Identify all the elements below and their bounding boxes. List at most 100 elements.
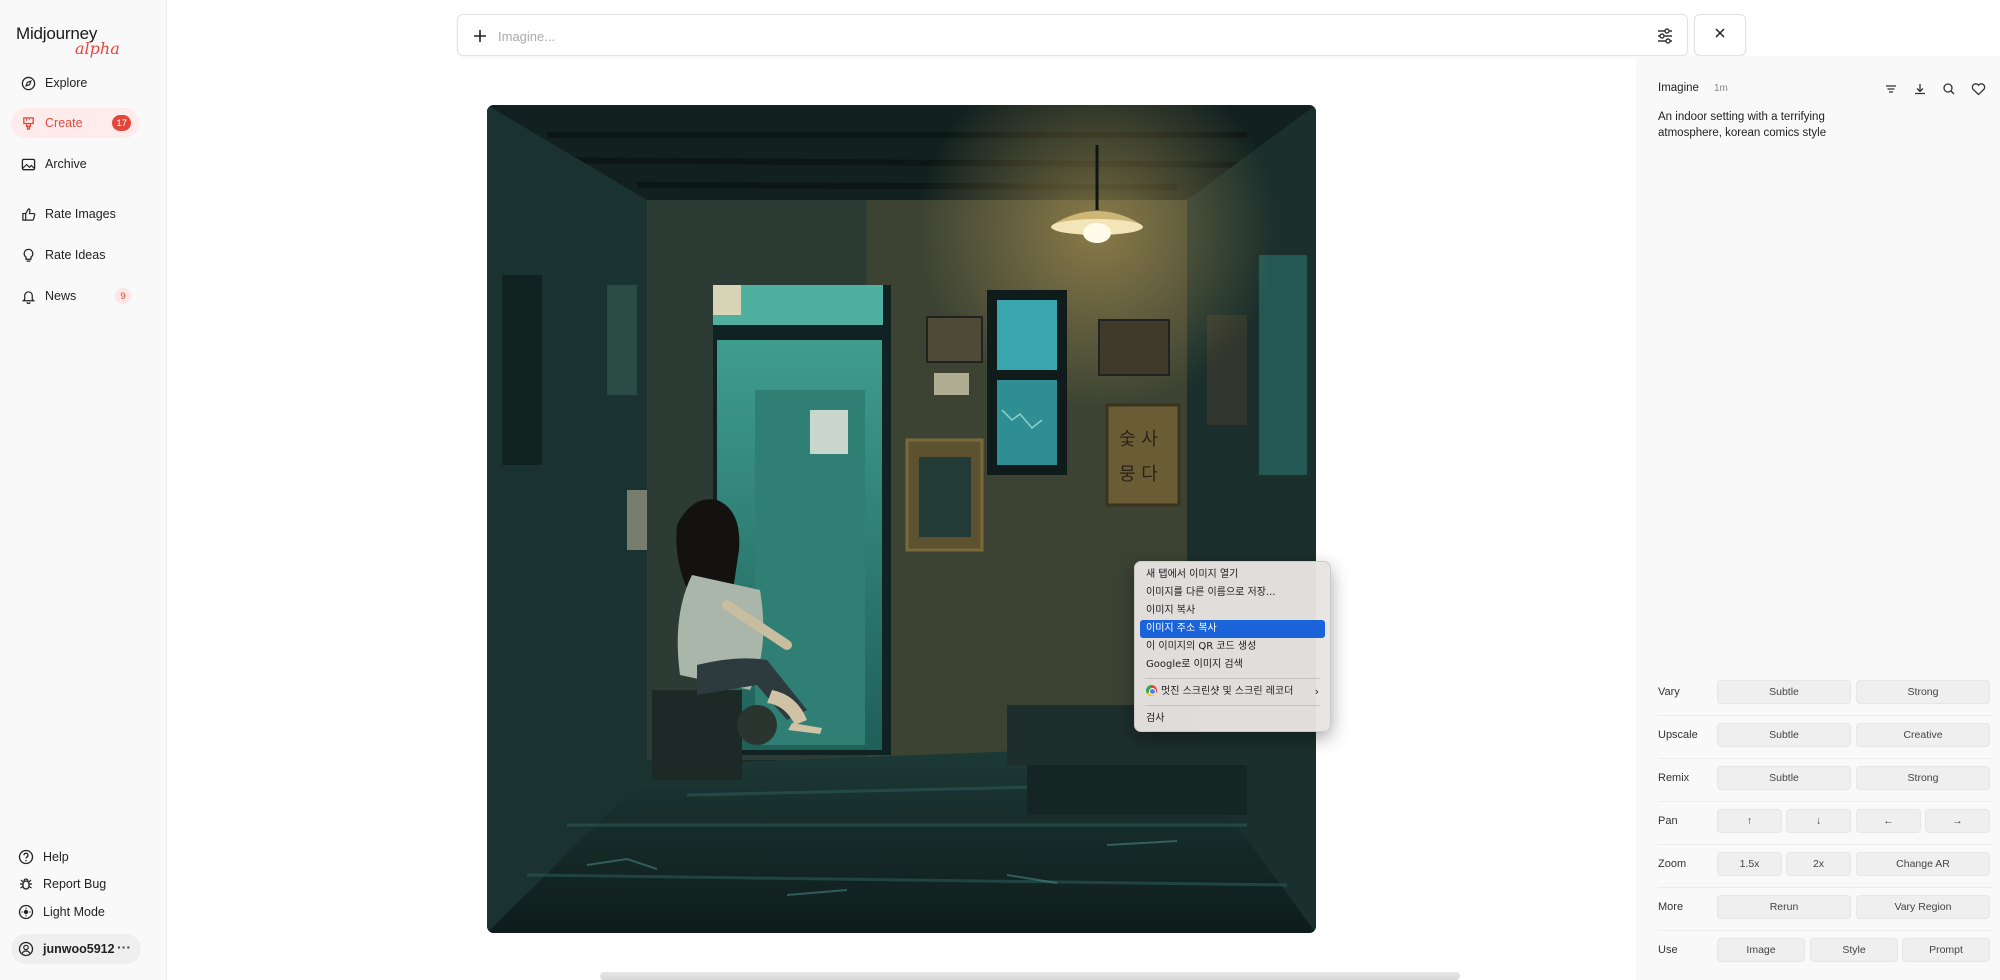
logo-alpha: alpha	[75, 39, 120, 58]
row-label: Zoom	[1658, 858, 1687, 870]
row-label: Pan	[1658, 815, 1678, 827]
ctx-separator	[1145, 705, 1320, 706]
lightbulb-icon	[19, 246, 37, 264]
row-divider	[1658, 801, 1992, 802]
settings-sliders-icon[interactable]	[1655, 26, 1675, 46]
filter-lines-icon[interactable]	[1882, 80, 1900, 98]
sidebar-item-news[interactable]: News 9	[11, 281, 139, 311]
create-count-badge: 17	[112, 115, 131, 131]
ctx-inspect[interactable]: 검사	[1140, 710, 1325, 728]
sidebar-item-rate-ideas[interactable]: Rate Ideas	[11, 240, 139, 270]
sidebar-item-label: Archive	[45, 157, 87, 171]
rerun-button[interactable]: Rerun	[1717, 895, 1851, 919]
vary-strong-button[interactable]: Strong	[1856, 680, 1990, 704]
ctx-extension-label: 멋진 스크린샷 및 스크린 레코더	[1161, 686, 1294, 697]
sidebar-item-label: News	[45, 289, 77, 303]
more-options-icon[interactable]: ···	[117, 939, 131, 955]
close-button[interactable]	[1694, 14, 1746, 56]
sidebar-item-label: Light Mode	[43, 905, 105, 919]
row-divider	[1658, 887, 1992, 888]
row-divider	[1658, 844, 1992, 845]
row-divider	[1658, 930, 1992, 931]
chrome-extension-icon	[1146, 685, 1157, 696]
pan-row: Pan ↑ ↓ ← →	[1658, 809, 1992, 835]
upscale-creative-button[interactable]: Creative	[1856, 723, 1990, 747]
news-count-badge: 9	[115, 288, 131, 304]
plus-icon[interactable]	[470, 26, 490, 46]
ctx-open-image-new-tab[interactable]: 새 탭에서 이미지 열기	[1140, 566, 1325, 584]
change-ar-button[interactable]: Change AR	[1856, 852, 1990, 876]
upscale-subtle-button[interactable]: Subtle	[1717, 723, 1851, 747]
user-account-button[interactable]: junwoo5912 ···	[11, 934, 141, 964]
row-divider	[1658, 715, 1992, 716]
thumbs-up-icon	[19, 205, 37, 223]
sidebar: Midjourney alpha Explore Create 17 Archi…	[0, 0, 167, 980]
use-image-button[interactable]: Image	[1717, 938, 1805, 962]
remix-strong-button[interactable]: Strong	[1856, 766, 1990, 790]
zoom-row: Zoom 1.5x 2x Change AR	[1658, 852, 1992, 878]
ctx-copy-image-address[interactable]: 이미지 주소 복사	[1140, 620, 1325, 638]
more-row: More Rerun Vary Region	[1658, 895, 1992, 921]
use-row: Use Image Style Prompt	[1658, 938, 1992, 964]
sidebar-item-help[interactable]: Help	[11, 844, 139, 870]
ctx-search-image-google[interactable]: Google로 이미지 검색	[1140, 656, 1325, 674]
vary-subtle-button[interactable]: Subtle	[1717, 680, 1851, 704]
imagine-input[interactable]	[498, 25, 1598, 47]
row-label: Upscale	[1658, 729, 1698, 741]
help-icon	[17, 848, 35, 866]
sidebar-item-report-bug[interactable]: Report Bug	[11, 871, 139, 897]
sidebar-item-explore[interactable]: Explore	[11, 68, 139, 98]
zoom-1-5x-button[interactable]: 1.5x	[1717, 852, 1782, 876]
generated-image[interactable]: 숯 사 뭉 다	[487, 105, 1316, 933]
username: junwoo5912	[43, 942, 115, 956]
vary-row: Vary Subtle Strong	[1658, 680, 1992, 706]
sidebar-item-archive[interactable]: Archive	[11, 149, 139, 179]
upscale-row: Upscale Subtle Creative	[1658, 723, 1992, 749]
heart-icon[interactable]	[1969, 80, 1987, 98]
sun-icon	[17, 903, 35, 921]
row-label: Vary	[1658, 686, 1680, 698]
remix-subtle-button[interactable]: Subtle	[1717, 766, 1851, 790]
context-menu: 새 탭에서 이미지 열기 이미지를 다른 이름으로 저장... 이미지 복사 이…	[1134, 561, 1331, 732]
prompt-bar	[457, 14, 1688, 56]
bell-icon	[19, 287, 37, 305]
job-age: 1m	[1714, 83, 1728, 94]
sidebar-item-label: Rate Ideas	[45, 248, 106, 262]
pan-left-button[interactable]: ←	[1856, 809, 1921, 833]
search-icon[interactable]	[1940, 80, 1958, 98]
ctx-copy-image[interactable]: 이미지 복사	[1140, 602, 1325, 620]
sidebar-item-label: Rate Images	[45, 207, 116, 221]
midjourney-logo[interactable]: Midjourney alpha	[16, 24, 126, 58]
job-type: Imagine	[1658, 82, 1699, 94]
ctx-create-qr-code[interactable]: 이 이미지의 QR 코드 생성	[1140, 638, 1325, 656]
sidebar-item-rate-images[interactable]: Rate Images	[11, 199, 139, 229]
next-image-peek	[600, 972, 1460, 980]
wall-sign-text: 숯 사	[1119, 429, 1158, 450]
row-label: More	[1658, 901, 1684, 913]
panel-toolbar	[1882, 80, 1987, 98]
ctx-screenshot-extension[interactable]: 멋진 스크린샷 및 스크린 레코더 ›	[1140, 683, 1325, 701]
use-style-button[interactable]: Style	[1810, 938, 1898, 962]
sidebar-item-create[interactable]: Create 17	[11, 108, 139, 138]
ctx-separator	[1145, 678, 1320, 679]
download-icon[interactable]	[1911, 80, 1929, 98]
sidebar-item-label: Create	[45, 116, 83, 130]
row-label: Use	[1658, 944, 1678, 956]
sidebar-item-light-mode[interactable]: Light Mode	[11, 899, 139, 925]
pan-up-button[interactable]: ↑	[1717, 809, 1782, 833]
close-icon	[1713, 26, 1727, 45]
vary-region-button[interactable]: Vary Region	[1856, 895, 1990, 919]
compass-icon	[19, 74, 37, 92]
image-icon	[19, 155, 37, 173]
brush-icon	[19, 114, 37, 132]
remix-row: Remix Subtle Strong	[1658, 766, 1992, 792]
ctx-save-image-as[interactable]: 이미지를 다른 이름으로 저장...	[1140, 584, 1325, 602]
chevron-right-icon: ›	[1314, 685, 1319, 698]
sidebar-item-label: Explore	[45, 76, 88, 90]
pan-right-button[interactable]: →	[1925, 809, 1990, 833]
zoom-2x-button[interactable]: 2x	[1786, 852, 1851, 876]
details-panel: Imagine 1m An indoor setting with a terr…	[1636, 56, 2000, 980]
sidebar-item-label: Help	[43, 850, 69, 864]
use-prompt-button[interactable]: Prompt	[1902, 938, 1990, 962]
pan-down-button[interactable]: ↓	[1786, 809, 1851, 833]
